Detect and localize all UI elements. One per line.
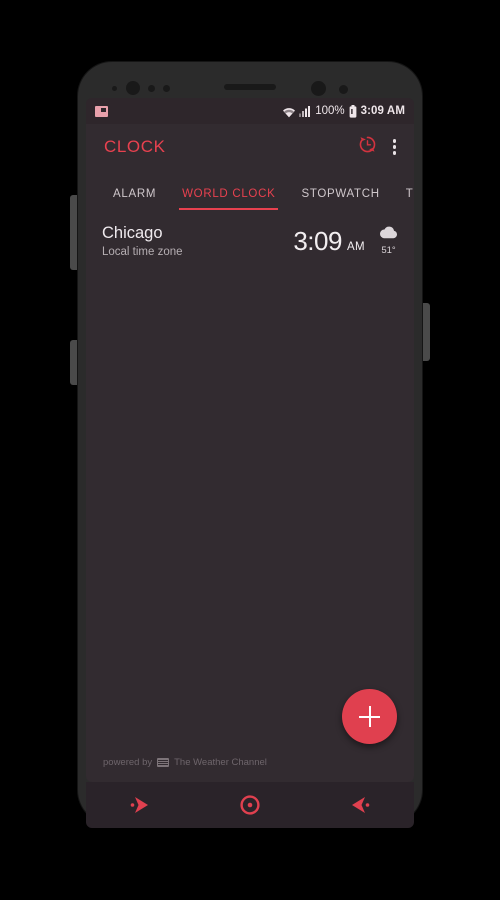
city-block: Chicago Local time zone — [102, 224, 183, 258]
add-city-fab[interactable] — [342, 689, 397, 744]
power-button[interactable] — [422, 303, 430, 361]
top-bezel — [78, 62, 422, 98]
screenshot-stage: 100% 3:09 AM CLOCK ALARM WORLD CLOCK STO… — [0, 0, 500, 900]
bottom-bezel — [78, 782, 422, 824]
volume-rocker-button[interactable] — [70, 195, 78, 270]
city-name: Chicago — [102, 224, 163, 242]
ir-led-icon — [163, 85, 170, 92]
tab-timer[interactable]: TIMER — [393, 188, 414, 210]
light-sensor-icon — [148, 85, 155, 92]
status-bar: 100% 3:09 AM — [86, 98, 414, 124]
app-bar-actions — [358, 135, 396, 159]
overflow-menu-icon[interactable] — [392, 139, 396, 155]
app-bar: CLOCK — [86, 124, 414, 170]
led-indicator-icon — [339, 85, 348, 94]
status-bar-right: 100% 3:09 AM — [282, 104, 405, 118]
tab-alarm[interactable]: ALARM — [100, 188, 169, 210]
proximity-sensor-icon — [112, 86, 117, 91]
tab-bar: ALARM WORLD CLOCK STOPWATCH TIMER — [86, 170, 414, 210]
city-time: 3:09 — [293, 225, 342, 256]
weather-channel-logo-icon — [157, 758, 170, 767]
battery-full-icon — [349, 104, 357, 118]
city-time-ampm: AM — [346, 240, 365, 253]
world-clock-row[interactable]: Chicago Local time zone 3:09 AM 51° — [86, 210, 414, 258]
city-time-block: 3:09 AM — [293, 226, 365, 257]
attribution-brand: The Weather Channel — [174, 757, 267, 768]
attribution-prefix: powered by — [103, 757, 153, 768]
timezone-label: Local time zone — [102, 246, 183, 258]
cloud-icon — [379, 226, 398, 243]
world-clock-list: Chicago Local time zone 3:09 AM 51° — [86, 210, 414, 258]
battery-percent-label: 100% — [315, 105, 345, 117]
weather-attribution: powered by The Weather Channel — [103, 757, 267, 768]
iris-scanner-icon — [126, 81, 140, 95]
phone-screen: 100% 3:09 AM CLOCK ALARM WORLD CLOCK STO… — [86, 98, 414, 782]
phone-frame: 100% 3:09 AM CLOCK ALARM WORLD CLOCK STO… — [78, 62, 422, 828]
reset-clock-icon[interactable] — [358, 135, 377, 159]
weather-block: 51° — [379, 226, 398, 256]
image-notification-icon — [95, 105, 108, 117]
status-bar-clock: 3:09 AM — [360, 105, 405, 117]
temperature-label: 51° — [381, 245, 396, 256]
page-title: CLOCK — [104, 137, 166, 156]
tab-world-clock[interactable]: WORLD CLOCK — [169, 188, 288, 210]
wifi-icon — [282, 106, 296, 117]
earpiece-speaker — [224, 84, 276, 90]
front-camera-icon — [311, 81, 326, 96]
bixby-button[interactable] — [70, 340, 78, 385]
cellular-signal-icon — [299, 105, 311, 117]
tab-stopwatch[interactable]: STOPWATCH — [288, 188, 392, 210]
